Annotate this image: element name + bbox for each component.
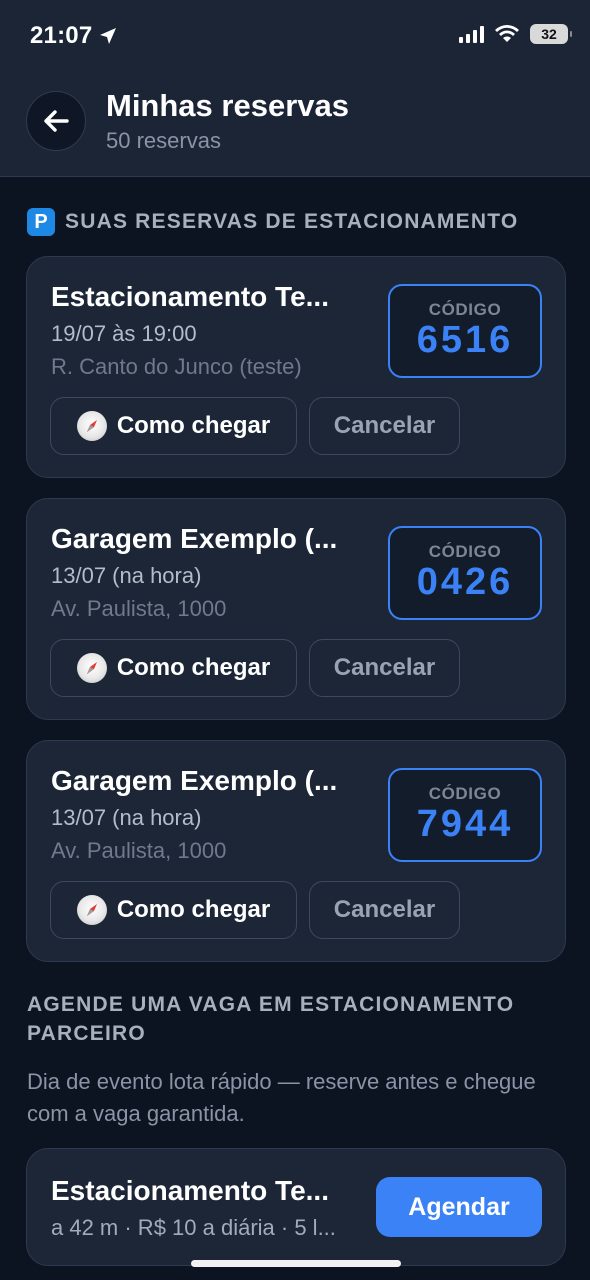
compass-icon — [76, 895, 107, 925]
partner-parking-card: Estacionamento Te... a 42 m · R$ 10 a di… — [26, 1148, 566, 1266]
reservation-code: 6516 — [416, 319, 514, 362]
status-time: 21:07 — [30, 22, 118, 50]
code-label: CÓDIGO — [428, 542, 502, 562]
schedule-button[interactable]: Agendar — [376, 1177, 542, 1237]
reservation-code: 0426 — [416, 561, 514, 604]
battery-level: 32 — [541, 26, 557, 42]
directions-button[interactable]: Como chegar — [50, 881, 297, 939]
reservation-card: Garagem Exemplo (... 13/07 (na hora) Av.… — [26, 740, 566, 962]
status-icons: 32 — [459, 24, 572, 44]
directions-label: Como chegar — [116, 654, 271, 681]
page-title: Minhas reservas — [106, 88, 349, 123]
parking-name: Garagem Exemplo (... — [51, 765, 338, 796]
partner-parking-name: Estacionamento Te... — [51, 1175, 329, 1206]
reservation-time: 13/07 (na hora) — [51, 805, 202, 830]
reservation-card: Estacionamento Te... 19/07 às 19:00 R. C… — [26, 256, 566, 478]
partner-section-title: AGENDE UMA VAGA EM ESTACIONAMENTO PARCEI… — [27, 993, 515, 1045]
parking-address: R. Canto do Junco (teste) — [51, 354, 302, 379]
back-button[interactable] — [26, 91, 86, 151]
compass-icon — [76, 411, 107, 441]
reservations-section-heading: P SUAS RESERVAS DE ESTACIONAMENTO — [27, 208, 518, 236]
arrow-left-icon — [44, 110, 69, 132]
code-box: CÓDIGO 6516 — [388, 284, 542, 378]
section-title: SUAS RESERVAS DE ESTACIONAMENTO — [65, 210, 519, 233]
partner-section-description: Dia de evento lota rápido — reserve ante… — [27, 1069, 536, 1126]
partner-parking-meta: a 42 m · R$ 10 a diária · 5 l... — [51, 1215, 336, 1240]
wifi-icon — [495, 25, 519, 42]
top-bar: 21:07 32 Minhas reservas 50 reservas — [0, 0, 590, 177]
reservation-code: 7944 — [416, 803, 514, 846]
directions-label: Como chegar — [116, 896, 271, 923]
directions-label: Como chegar — [116, 412, 271, 439]
code-box: CÓDIGO 7944 — [388, 768, 542, 862]
reservation-count: 50 reservas — [106, 128, 221, 153]
code-box: CÓDIGO 0426 — [388, 526, 542, 620]
parking-name: Garagem Exemplo (... — [51, 523, 338, 554]
reservation-time: 13/07 (na hora) — [51, 563, 202, 588]
cancel-button[interactable]: Cancelar — [309, 397, 460, 455]
compass-icon — [76, 653, 107, 683]
location-arrow-icon — [100, 28, 117, 44]
directions-button[interactable]: Como chegar — [50, 639, 297, 697]
reservation-card: Garagem Exemplo (... 13/07 (na hora) Av.… — [26, 498, 566, 720]
parking-address: Av. Paulista, 1000 — [51, 596, 227, 621]
cancel-button[interactable]: Cancelar — [309, 881, 460, 939]
battery-icon: 32 — [530, 24, 572, 44]
parking-name: Estacionamento Te... — [51, 281, 329, 312]
parking-address: Av. Paulista, 1000 — [51, 838, 227, 863]
directions-button[interactable]: Como chegar — [50, 397, 297, 455]
code-label: CÓDIGO — [428, 784, 502, 804]
clock: 21:07 — [30, 22, 93, 49]
code-label: CÓDIGO — [428, 300, 502, 320]
reservation-time: 19/07 às 19:00 — [51, 321, 197, 346]
parking-icon: P — [27, 208, 55, 236]
home-indicator[interactable] — [191, 1260, 401, 1267]
cancel-button[interactable]: Cancelar — [309, 639, 460, 697]
cellular-signal-icon — [459, 25, 484, 43]
